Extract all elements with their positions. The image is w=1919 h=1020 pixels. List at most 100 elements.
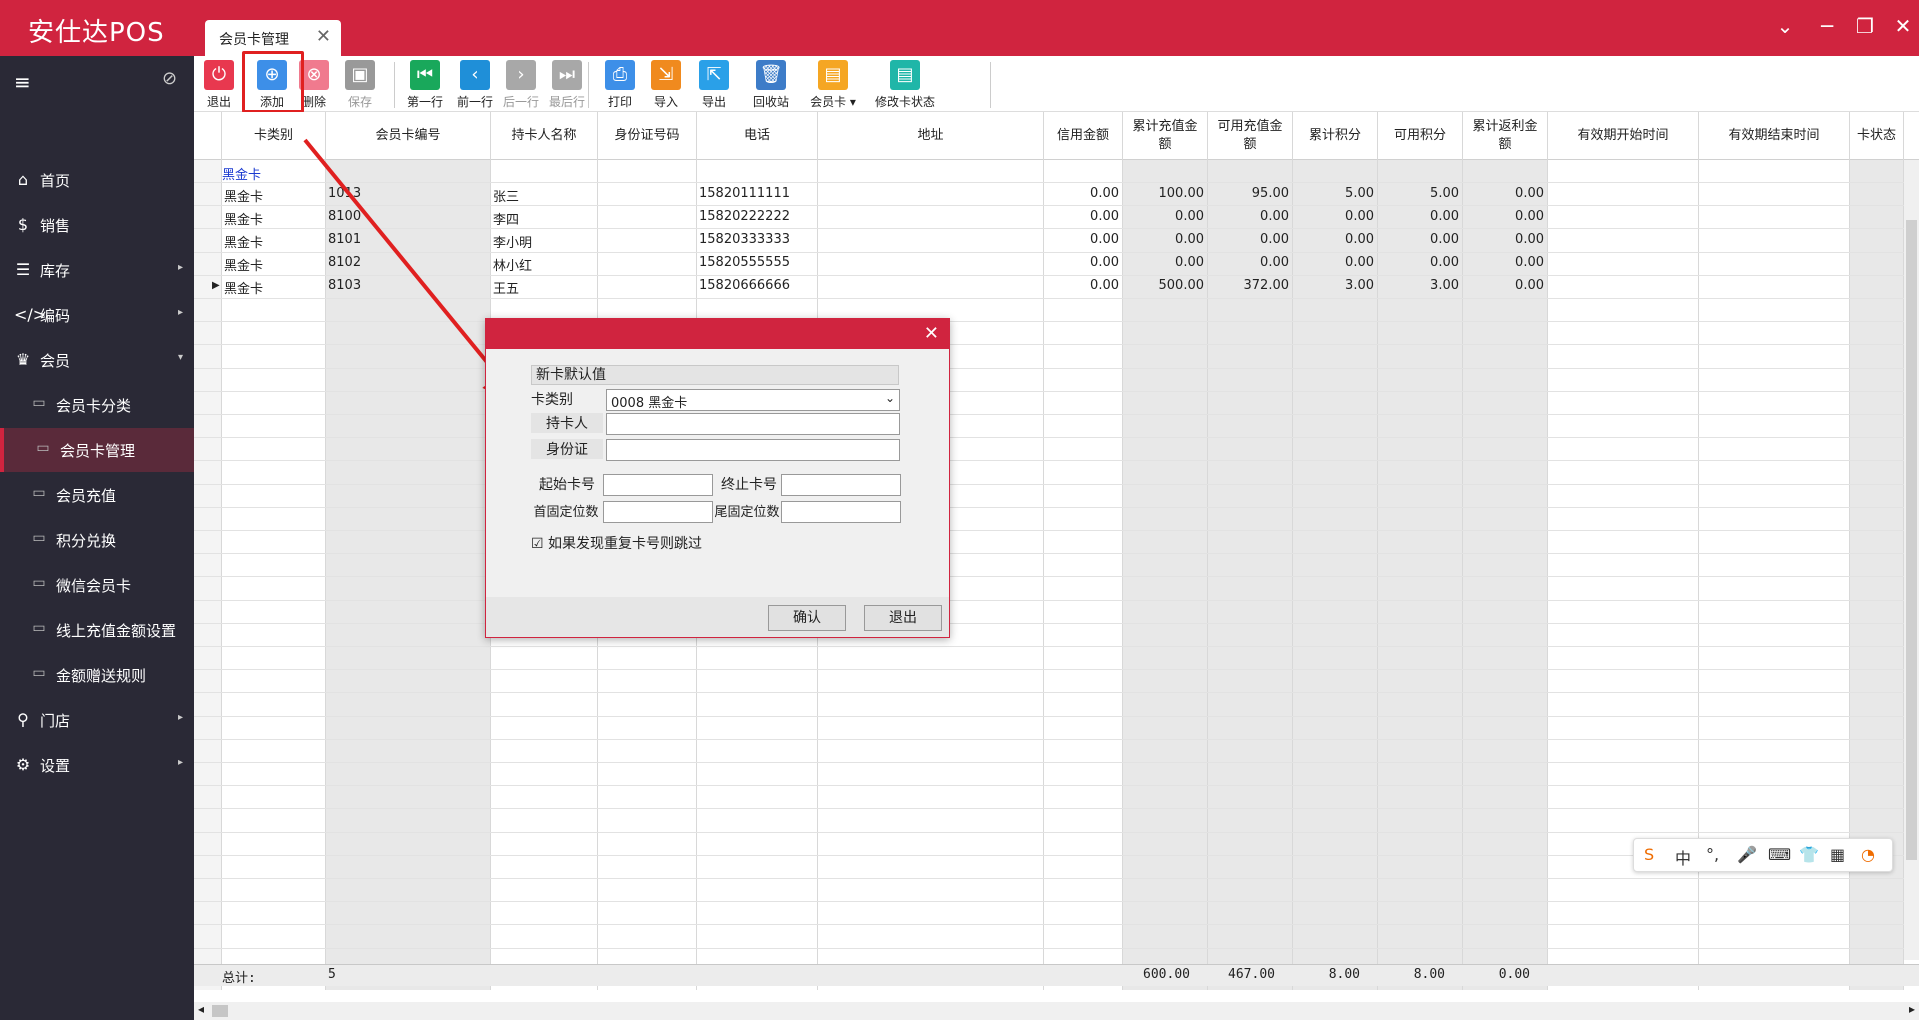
column-header-9[interactable]: 累计积分: [1293, 112, 1378, 160]
table-cell[interactable]: 1013: [328, 186, 361, 201]
dialog-close-icon[interactable]: ✕: [924, 323, 939, 344]
table-cell[interactable]: 0.00: [1463, 209, 1544, 224]
table-cell[interactable]: 8101: [328, 232, 361, 247]
table-cell[interactable]: 8103: [328, 278, 361, 293]
table-cell[interactable]: 0.00: [1044, 232, 1119, 247]
toolbar-button-8[interactable]: ⎙ 打印: [600, 60, 640, 112]
chinese-mode-icon[interactable]: 中: [1675, 845, 1691, 869]
sidebar-item-5[interactable]: ▭ 会员卡分类: [0, 383, 194, 427]
toolbar-button-12[interactable]: ▤ 会员卡 ▾: [804, 60, 862, 112]
table-cell[interactable]: 0.00: [1044, 278, 1119, 293]
table-cell[interactable]: 0.00: [1123, 232, 1204, 247]
table-cell[interactable]: 0.00: [1208, 209, 1289, 224]
table-cell[interactable]: 3.00: [1378, 278, 1459, 293]
table-cell[interactable]: 李四: [493, 209, 519, 228]
table-cell[interactable]: 8100: [328, 209, 361, 224]
table-cell[interactable]: 张三: [493, 186, 519, 205]
column-header-0[interactable]: 卡类别: [222, 112, 326, 160]
table-cell[interactable]: 5.00: [1378, 186, 1459, 201]
table-cell[interactable]: 0.00: [1378, 209, 1459, 224]
table-cell[interactable]: 15820222222: [699, 209, 790, 224]
table-cell[interactable]: 8102: [328, 255, 361, 270]
sidebar-item-3[interactable]: </> 编码 ▸: [0, 293, 194, 337]
tab-close-icon[interactable]: ✕: [316, 26, 331, 47]
prefix-input[interactable]: [603, 501, 713, 523]
skip-duplicate-checkbox[interactable]: ☑ 如果发现重复卡号则跳过: [531, 533, 702, 553]
exit-button[interactable]: 退出: [864, 605, 942, 631]
table-row[interactable]: 黑金卡 1013 张三 15820111111 0.00 100.00 95.00 5.00 5…: [194, 184, 1919, 207]
table-cell[interactable]: 15820666666: [699, 278, 790, 293]
sidebar-item-1[interactable]: $ 销售: [0, 203, 194, 247]
toolbar-button-5[interactable]: ‹ 前一行: [452, 60, 498, 112]
table-cell[interactable]: 15820333333: [699, 232, 790, 247]
sogou-icon[interactable]: S: [1644, 845, 1654, 864]
toolbar-button-4[interactable]: ⏮ 第一行: [402, 60, 448, 112]
start-no-input[interactable]: [603, 474, 713, 496]
table-cell[interactable]: 黑金卡: [224, 278, 263, 297]
table-cell[interactable]: 100.00: [1123, 186, 1205, 201]
checkbox-checked-icon[interactable]: ☑: [531, 536, 544, 552]
dropdown-icon[interactable]: ⌄: [1770, 14, 1800, 38]
restore-icon[interactable]: ❐: [1850, 14, 1880, 38]
table-cell[interactable]: 15820555555: [699, 255, 790, 270]
id-input[interactable]: [606, 439, 900, 461]
toolbar-button-0[interactable]: ⏻ 退出: [200, 60, 238, 112]
table-cell[interactable]: 0.00: [1208, 255, 1289, 270]
sidebar-item-0[interactable]: ⌂ 首页: [0, 158, 194, 202]
vertical-scroll-thumb[interactable]: [1906, 220, 1917, 860]
table-cell[interactable]: 0.00: [1463, 232, 1544, 247]
table-cell[interactable]: 0.00: [1044, 209, 1119, 224]
table-cell[interactable]: 王五: [493, 278, 519, 297]
table-cell[interactable]: 黑金卡: [224, 232, 263, 251]
sidebar-item-2[interactable]: ☰ 库存 ▸: [0, 248, 194, 292]
horizontal-scrollbar[interactable]: ◂ ▸: [194, 1002, 1919, 1020]
table-cell[interactable]: 0.00: [1293, 209, 1374, 224]
sidebar-item-10[interactable]: ▭ 线上充值金额设置: [0, 608, 194, 652]
table-cell[interactable]: 0.00: [1463, 255, 1544, 270]
vertical-scrollbar[interactable]: [1904, 160, 1919, 960]
table-cell[interactable]: 黑金卡: [224, 255, 263, 274]
mascot-icon[interactable]: ◔: [1861, 845, 1875, 864]
table-cell[interactable]: 0.00: [1463, 278, 1544, 293]
toolbar-button-9[interactable]: ⇲ 导入: [646, 60, 686, 112]
table-cell[interactable]: 0.00: [1044, 255, 1119, 270]
toolbar-button-13[interactable]: ▤ 修改卡状态: [868, 60, 942, 112]
horizontal-scroll-thumb[interactable]: [212, 1005, 228, 1017]
table-cell[interactable]: 李小明: [493, 232, 532, 251]
keyboard-icon[interactable]: ⌨: [1768, 845, 1791, 864]
column-header-10[interactable]: 可用积分: [1378, 112, 1463, 160]
column-header-4[interactable]: 电话: [697, 112, 818, 160]
table-cell[interactable]: 0.00: [1123, 255, 1204, 270]
table-cell[interactable]: 0.00: [1293, 232, 1374, 247]
chevron-down-icon[interactable]: ⌄: [885, 391, 895, 405]
table-cell[interactable]: 5.00: [1293, 186, 1374, 201]
toolbar-button-11[interactable]: 🗑 回收站: [746, 60, 796, 112]
table-cell[interactable]: 500.00: [1123, 278, 1205, 293]
column-header-5[interactable]: 地址: [818, 112, 1044, 160]
table-cell[interactable]: 林小红: [493, 255, 532, 274]
column-header-1[interactable]: 会员卡编号: [326, 112, 491, 160]
confirm-button[interactable]: 确认: [768, 605, 846, 631]
table-cell[interactable]: 3.00: [1293, 278, 1374, 293]
punctuation-icon[interactable]: °,: [1706, 845, 1719, 864]
block-icon[interactable]: ⊘: [162, 68, 177, 89]
table-cell[interactable]: 0.00: [1208, 232, 1289, 247]
table-cell[interactable]: 0.00: [1378, 232, 1459, 247]
sidebar-item-11[interactable]: ▭ 金额赠送规则: [0, 653, 194, 697]
table-cell[interactable]: 15820111111: [699, 186, 790, 201]
table-cell[interactable]: 0.00: [1044, 186, 1119, 201]
table-cell[interactable]: 372.00: [1208, 278, 1290, 293]
table-cell[interactable]: 黑金卡: [224, 186, 263, 205]
column-header-7[interactable]: 累计充值金额: [1123, 112, 1208, 160]
table-row[interactable]: 黑金卡 8101 李小明 15820333333 0.00 0.00 0.00 0.00 0.0…: [194, 230, 1919, 253]
table-cell[interactable]: 95.00: [1208, 186, 1289, 201]
table-cell[interactable]: 0.00: [1463, 186, 1544, 201]
column-header-3[interactable]: 身份证号码: [598, 112, 697, 160]
sidebar-item-6[interactable]: ▭ 会员卡管理: [0, 428, 194, 472]
scroll-right-icon[interactable]: ▸: [1909, 1002, 1915, 1016]
column-header-12[interactable]: 有效期开始时间: [1548, 112, 1699, 160]
hamburger-menu-icon[interactable]: ≡: [14, 70, 31, 94]
table-cell[interactable]: 0.00: [1293, 255, 1374, 270]
sidebar-item-12[interactable]: ⚲ 门店 ▸: [0, 698, 194, 742]
sidebar-item-4[interactable]: ♛ 会员 ▾: [0, 338, 194, 382]
